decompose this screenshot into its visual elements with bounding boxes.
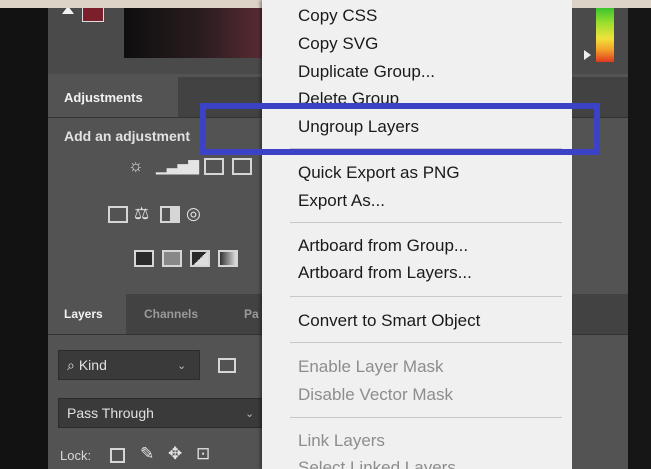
- blend-mode-dropdown[interactable]: Pass Through ⌄: [58, 398, 268, 428]
- threshold-icon[interactable]: [190, 250, 210, 267]
- menu-separator: [290, 342, 562, 343]
- menu-item-convert-smart-object[interactable]: Convert to Smart Object: [298, 311, 480, 331]
- lock-image-pixels-icon[interactable]: ✎: [140, 444, 154, 464]
- hue-pointer-icon[interactable]: [584, 50, 591, 60]
- menu-item-duplicate-group[interactable]: Duplicate Group...: [298, 62, 435, 82]
- menu-item-quick-export-png[interactable]: Quick Export as PNG: [298, 163, 460, 183]
- menu-item-copy-css[interactable]: Copy CSS: [298, 6, 377, 26]
- menu-item-enable-layer-mask: Enable Layer Mask: [298, 357, 444, 376]
- warning-triangle-icon: [62, 8, 74, 14]
- menu-item-artboard-from-group[interactable]: Artboard from Group...: [298, 236, 468, 256]
- tab-channels[interactable]: Channels: [144, 294, 198, 334]
- menu-item-copy-svg[interactable]: Copy SVG: [298, 34, 378, 54]
- menu-separator: [290, 222, 562, 223]
- add-adjustment-label: Add an adjustment: [64, 128, 191, 144]
- menu-item-artboard-from-layers[interactable]: Artboard from Layers...: [298, 263, 472, 283]
- posterize-icon[interactable]: [162, 250, 182, 267]
- lock-position-icon[interactable]: ✥: [168, 444, 182, 464]
- invert-icon[interactable]: [134, 250, 154, 267]
- context-menu: Copy CSS Copy SVG Duplicate Group... Del…: [262, 0, 572, 469]
- color-picker-field[interactable]: [124, 8, 264, 58]
- search-icon: ⌕: [67, 356, 75, 373]
- menu-item-select-linked-layers: Select Linked Layers: [298, 458, 456, 469]
- levels-icon[interactable]: ▁▃▅▇: [156, 156, 199, 176]
- brightness-contrast-icon[interactable]: ☼: [128, 156, 144, 176]
- blend-mode-value: Pass Through: [67, 405, 154, 421]
- chevron-down-icon: ⌄: [245, 407, 255, 420]
- menu-item-export-as[interactable]: Export As...: [298, 191, 385, 211]
- lock-artboard-icon[interactable]: ⊡: [196, 444, 210, 464]
- kind-filter-dropdown[interactable]: ⌕ Kind ⌄: [58, 350, 200, 380]
- tab-layers[interactable]: Layers: [48, 294, 126, 334]
- menu-item-disable-vector-mask: Disable Vector Mask: [298, 385, 453, 404]
- menu-separator: [290, 417, 562, 418]
- gradient-map-icon[interactable]: [218, 250, 238, 267]
- vibrance-icon[interactable]: [108, 206, 128, 223]
- curves-icon[interactable]: [204, 158, 224, 175]
- tab-adjustments[interactable]: Adjustments: [48, 77, 178, 117]
- menu-item-link-layers: Link Layers: [298, 431, 385, 450]
- image-filter-icon[interactable]: [218, 358, 236, 373]
- chevron-down-icon: ⌄: [177, 359, 187, 372]
- kind-label: Kind: [78, 357, 107, 373]
- left-edge: [0, 8, 48, 469]
- color-balance-icon[interactable]: ⚖: [134, 204, 149, 224]
- photo-filter-icon[interactable]: ◎: [186, 204, 201, 224]
- black-white-icon[interactable]: [160, 206, 180, 223]
- exposure-icon[interactable]: [232, 158, 252, 175]
- lock-label: Lock:: [60, 448, 92, 463]
- menu-separator: [290, 296, 562, 297]
- foreground-color-swatch[interactable]: [82, 8, 104, 22]
- hue-slider[interactable]: [596, 8, 614, 62]
- highlight-box: [200, 103, 600, 155]
- lock-transparent-pixels-icon[interactable]: [110, 448, 125, 463]
- right-edge: [628, 8, 651, 469]
- tab-paths[interactable]: Pa: [244, 294, 259, 334]
